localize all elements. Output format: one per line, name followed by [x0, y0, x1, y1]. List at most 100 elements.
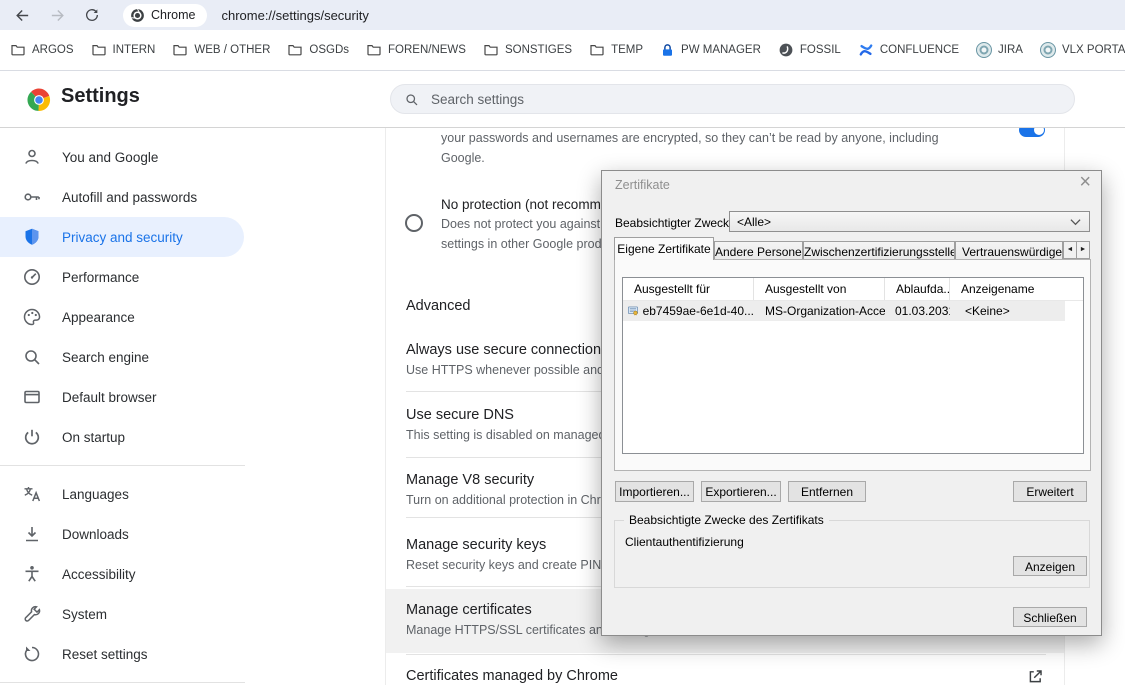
export-button[interactable]: Exportieren... — [701, 481, 781, 502]
close-button[interactable]: Schließen — [1013, 607, 1087, 627]
reset-icon — [22, 644, 42, 664]
column-expiration[interactable]: Ablaufda... — [885, 278, 950, 300]
tab-label: Zwischenzertifizierungsstellen — [804, 245, 955, 259]
tab-scroll-left-button[interactable]: ◄ — [1063, 241, 1077, 259]
import-button[interactable]: Importieren... — [615, 481, 694, 502]
tab-zwischenzertifizierungsstellen[interactable]: Zwischenzertifizierungsstellen — [803, 241, 955, 260]
bookmark-jira[interactable]: JIRA — [976, 42, 1023, 58]
row-v8-security-title[interactable]: Manage V8 security — [406, 472, 534, 488]
bookmark-label: FOSSIL — [800, 44, 841, 56]
sidebar-item-appearance[interactable]: Appearance — [0, 297, 244, 337]
sidebar-item-search-engine[interactable]: Search engine — [0, 337, 244, 377]
bookmark-argos[interactable]: ARGOS — [10, 42, 74, 58]
tab-label: Andere Personen — [715, 245, 803, 259]
remove-button[interactable]: Entfernen — [788, 481, 866, 502]
row-chrome-certificates-title[interactable]: Certificates managed by Chrome — [406, 668, 618, 684]
page-title: Settings — [61, 85, 140, 108]
radio-no-protection[interactable] — [405, 214, 423, 232]
tab-vertrauenswuerdige[interactable]: Vertrauenswürdige Stammzertifizierungsst… — [955, 241, 1063, 260]
table-row[interactable]: eb7459ae-6e1d-40... MS-Organization-Acce… — [623, 301, 1065, 321]
browser-window-icon — [22, 387, 42, 407]
external-link-icon[interactable] — [1027, 668, 1044, 685]
settings-search[interactable] — [390, 84, 1075, 114]
sidebar-label: System — [62, 607, 107, 622]
folder-icon — [287, 42, 303, 58]
bookmark-foren-news[interactable]: FOREN/NEWS — [366, 42, 466, 58]
sidebar-item-reset-settings[interactable]: Reset settings — [0, 634, 244, 674]
row-secure-dns-title[interactable]: Use secure DNS — [406, 407, 514, 423]
column-issued-by[interactable]: Ausgestellt von — [754, 278, 885, 300]
search-input[interactable] — [429, 91, 1048, 108]
tab-eigene-zertifikate[interactable]: Eigene Zertifikate — [614, 237, 714, 260]
site-chip[interactable]: Chrome — [123, 4, 207, 27]
row-manage-certificates-title[interactable]: Manage certificates — [406, 602, 532, 618]
folder-icon — [483, 42, 499, 58]
toggle-knob — [1034, 128, 1044, 135]
sidebar-item-privacy-security[interactable]: Privacy and security — [0, 217, 244, 257]
sidebar-item-languages[interactable]: Languages — [0, 474, 244, 514]
bookmarks-bar: ARGOS INTERN WEB / OTHER OSGDs FOREN/NEW… — [0, 30, 1125, 71]
bookmark-sonstiges[interactable]: SONSTIGES — [483, 42, 572, 58]
bookmark-web-other[interactable]: WEB / OTHER — [172, 42, 270, 58]
sidebar-label: Search engine — [62, 350, 149, 365]
sidebar-item-you-and-google[interactable]: You and Google — [0, 137, 244, 177]
sidebar-label: Languages — [62, 487, 129, 502]
lock-icon — [660, 43, 675, 58]
back-button[interactable] — [9, 2, 35, 28]
bookmark-temp[interactable]: TEMP — [589, 42, 643, 58]
chrome-logo-icon — [27, 88, 51, 112]
bookmark-confluence[interactable]: CONFLUENCE — [858, 42, 959, 58]
sidebar-label: On startup — [62, 430, 125, 445]
site-chip-label: Chrome — [151, 8, 195, 22]
settings-header: Settings — [0, 71, 1125, 128]
tab-andere-personen[interactable]: Andere Personen — [714, 241, 803, 260]
advanced-button[interactable]: Erweitert — [1013, 481, 1087, 502]
tab-label: Eigene Zertifikate — [617, 242, 710, 256]
sidebar-item-default-browser[interactable]: Default browser — [0, 377, 244, 417]
confluence-icon — [858, 42, 874, 58]
sidebar-label: Performance — [62, 270, 139, 285]
bookmark-vlx-portal[interactable]: VLX PORTAL — [1040, 42, 1125, 58]
bookmark-intern[interactable]: INTERN — [91, 42, 156, 58]
reload-icon — [84, 7, 100, 23]
folder-icon — [366, 42, 382, 58]
bookmark-osgds[interactable]: OSGDs — [287, 42, 349, 58]
site-favicon — [1040, 42, 1056, 58]
view-button[interactable]: Anzeigen — [1013, 556, 1087, 576]
shield-icon — [22, 227, 42, 247]
bookmark-pw-manager[interactable]: PW MANAGER — [660, 43, 761, 58]
sidebar-item-on-startup[interactable]: On startup — [0, 417, 244, 457]
accessibility-person-icon — [22, 564, 42, 584]
purpose-value: <Alle> — [737, 215, 771, 229]
purpose-combobox[interactable]: <Alle> — [729, 211, 1090, 232]
bookmark-label: ARGOS — [32, 44, 74, 56]
search-icon — [22, 347, 42, 367]
power-icon — [22, 427, 42, 447]
bookmark-fossil[interactable]: FOSSIL — [778, 42, 841, 58]
sidebar-item-performance[interactable]: Performance — [0, 257, 244, 297]
encryption-note-line2: Google. — [441, 151, 485, 165]
column-display-name[interactable]: Anzeigename — [950, 278, 1065, 300]
row-secure-connections-title[interactable]: Always use secure connections — [406, 342, 608, 358]
bookmark-label: TEMP — [611, 44, 643, 56]
sidebar-item-accessibility[interactable]: Accessibility — [0, 554, 244, 594]
settings-sidebar: You and Google Autofill and passwords Pr… — [0, 128, 245, 685]
table-header-row: Ausgestellt für Ausgestellt von Ablaufda… — [623, 278, 1083, 301]
sidebar-item-downloads[interactable]: Downloads — [0, 514, 244, 554]
toggle-on[interactable] — [1019, 128, 1045, 137]
row-security-keys-title[interactable]: Manage security keys — [406, 537, 546, 553]
encryption-note-line1: your passwords and usernames are encrypt… — [441, 131, 939, 145]
chevron-down-icon — [1070, 218, 1081, 226]
tab-scroll-right-button[interactable]: ► — [1076, 241, 1090, 259]
dialog-close-button[interactable]: × — [1079, 172, 1091, 192]
reload-button[interactable] — [79, 2, 105, 28]
dialog-title: Zertifikate — [615, 178, 670, 192]
url-text[interactable]: chrome://settings/security — [221, 8, 368, 23]
sidebar-item-autofill[interactable]: Autofill and passwords — [0, 177, 244, 217]
cell-expiration: 01.03.2031 — [885, 304, 950, 318]
bookmark-label: PW MANAGER — [681, 44, 761, 56]
column-issued-to[interactable]: Ausgestellt für — [623, 278, 754, 300]
sidebar-item-system[interactable]: System — [0, 594, 244, 634]
forward-button[interactable] — [44, 2, 70, 28]
bookmark-label: VLX PORTAL — [1062, 44, 1125, 56]
